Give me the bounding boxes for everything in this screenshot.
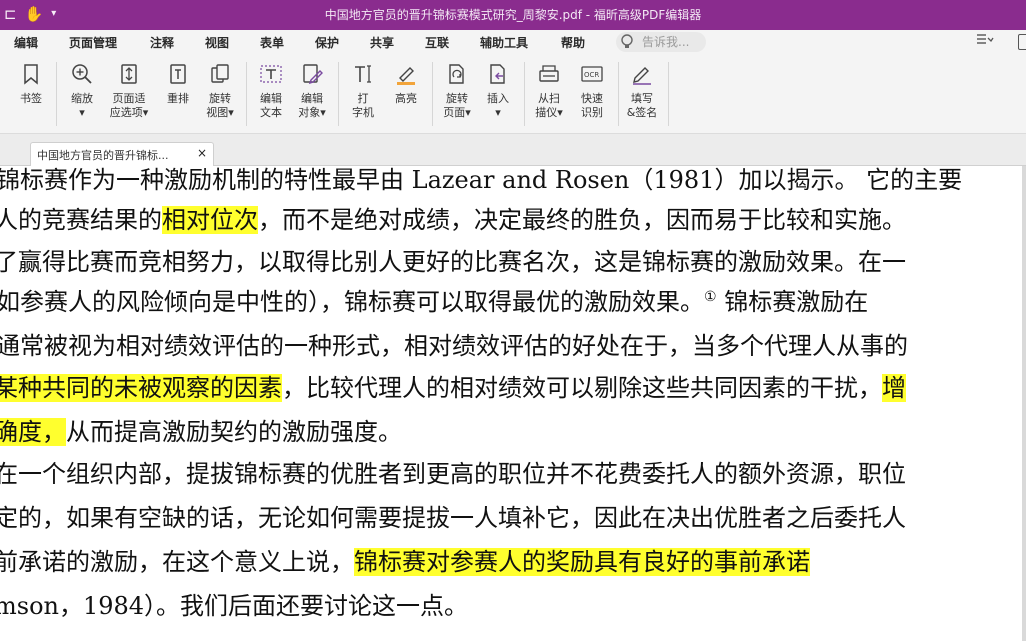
text-run: 锦标赛激励在	[716, 288, 869, 316]
fill-and-sign-tool[interactable]: 填写 &签名	[624, 62, 660, 120]
text-line: 某种共同的未被观察的因素，比较代理人的相对绩效可以剔除这些共同因素的干扰，增	[0, 372, 906, 412]
text-line: 前承诺的激励，在这个意义上说，锦标赛对参赛人的奖励具有良好的事前承诺	[0, 546, 810, 586]
ribbon-toolbar: 书签 缩放 ▾ 页面适 应选项▾ 重排 旋转 视图▾ 编辑 文本 编辑 对象▾ …	[0, 56, 1026, 134]
text-run: 人的竞赛结果的	[0, 206, 162, 234]
text-run: 定的，如果有空缺的话，无论如何需要提拔一人填补它，因此在决出优胜者之后委托人	[0, 504, 906, 532]
menu-accessibility-tools[interactable]: 辅助工具	[480, 30, 528, 56]
text-line: 在一个组织内部，提拔锦标赛的优胜者到更高的职位并不花费委托人的额外资源，职位	[0, 458, 906, 498]
rotate-page-tool[interactable]: 旋转 页面▾	[438, 62, 476, 120]
page-fit-icon	[121, 64, 137, 84]
menu-help[interactable]: 帮助	[561, 30, 585, 56]
edit-object-tool[interactable]: 编辑 对象▾	[294, 62, 330, 120]
svg-text:OCR: OCR	[584, 71, 599, 79]
window-frame-icon[interactable]	[1018, 34, 1026, 50]
footnote-marker[interactable]: ①	[704, 289, 717, 305]
highlighted-text: 确度，	[0, 418, 66, 446]
reflow-tool[interactable]: 重排	[160, 62, 196, 106]
close-tab-icon[interactable]: ×	[197, 146, 207, 160]
bookmark-icon	[24, 64, 38, 85]
text-line: 如参赛人的风险倾向是中性的），锦标赛可以取得最优的激励效果。① 锦标赛激励在	[0, 286, 868, 326]
ribbon-separator	[338, 62, 339, 126]
tell-me-search[interactable]: 告诉我...	[616, 32, 706, 52]
insert-page-icon	[490, 64, 505, 84]
ocr-icon: OCR	[581, 66, 603, 82]
reflow-icon	[170, 64, 186, 84]
ribbon-separator	[668, 62, 669, 126]
ribbon-separator	[618, 62, 619, 126]
from-scanner-tool[interactable]: 从扫 描仪▾	[530, 62, 568, 120]
text-run: ，而不是绝对成绩，决定最终的胜负，因而易于比较和实施。	[258, 206, 906, 234]
ribbon-separator	[524, 62, 525, 126]
insert-tool[interactable]: 插入 ▾	[480, 62, 516, 120]
ribbon-separator	[56, 62, 57, 126]
text-line: 了赢得比赛而竞相努力，以取得比别人更好的比赛名次，这是锦标赛的激励效果。在一	[0, 246, 906, 286]
text-line: 定的，如果有空缺的话，无论如何需要提拔一人填补它，因此在决出优胜者之后委托人	[0, 502, 906, 542]
typewriter-tool[interactable]: 打 字机	[346, 62, 380, 120]
bookmark-tool[interactable]: 书签	[14, 62, 48, 106]
window-title: 中国地方官员的晋升锦标赛模式研究_周黎安.pdf - 福昕高级PDF编辑器	[324, 8, 702, 22]
search-placeholder: 告诉我...	[642, 35, 690, 49]
menu-form[interactable]: 表单	[260, 30, 284, 56]
highlighted-text: 相对位次	[162, 206, 258, 234]
fill-sign-icon	[633, 67, 651, 85]
edit-text-icon	[260, 65, 282, 83]
page-fit-options-tool[interactable]: 页面适 应选项▾	[104, 62, 154, 120]
rotate-view-icon	[211, 64, 229, 83]
text-run: 锦标赛作为一种激励机制的特性最早由 Lazear and Rosen（1981）…	[0, 166, 963, 194]
edit-object-icon	[303, 64, 323, 85]
menu-bar: 编辑 页面管理 注释 视图 表单 保护 共享 互联 辅助工具 帮助	[0, 30, 1026, 56]
menu-connect[interactable]: 互联	[425, 30, 449, 56]
highlighted-text: 增	[882, 374, 906, 402]
ribbon-separator	[432, 62, 433, 126]
ribbon-separator	[246, 62, 247, 126]
document-tab-title: 中国地方官员的晋升锦标...	[37, 149, 169, 162]
text-run: 在一个组织内部，提拔锦标赛的优胜者到更高的职位并不花费委托人的额外资源，职位	[0, 460, 906, 488]
text-run: 从而提高激励契约的激励强度。	[66, 418, 402, 446]
highlighted-text: 某种共同的未被观察的因素	[0, 374, 282, 402]
menu-page-management[interactable]: 页面管理	[69, 30, 117, 56]
text-line: 通常被视为相对绩效评估的一种形式，相对绩效评估的好处在于，当多个代理人从事的	[0, 330, 908, 370]
document-tab-strip: 中国地方官员的晋升锦标... ×	[0, 134, 1026, 166]
text-line: 锦标赛作为一种激励机制的特性最早由 Lazear and Rosen（1981）…	[0, 166, 962, 204]
zoom-tool[interactable]: 缩放 ▾	[64, 62, 100, 120]
text-run: 如参赛人的风险倾向是中性的），锦标赛可以取得最优的激励效果。	[0, 288, 704, 316]
text-run: 通常被视为相对绩效评估的一种形式，相对绩效评估的好处在于，当多个代理人从事的	[0, 332, 908, 360]
highlight-tool[interactable]: 高亮	[388, 62, 424, 106]
text-line: 人的竞赛结果的相对位次，而不是绝对成绩，决定最终的胜负，因而易于比较和实施。	[0, 204, 906, 244]
ribbon-display-options[interactable]	[976, 32, 1000, 49]
text-line: 确度，从而提高激励契约的激励强度。	[0, 416, 402, 456]
zoom-icon	[72, 64, 92, 84]
rotate-view-tool[interactable]: 旋转 视图▾	[202, 62, 238, 120]
document-page: 锦标赛作为一种激励机制的特性最早由 Lazear and Rosen（1981）…	[0, 166, 1026, 641]
highlighted-text: 锦标赛对参赛人的奖励具有良好的事前承诺	[354, 548, 810, 576]
display-options-icon[interactable]	[976, 34, 994, 49]
edit-text-tool[interactable]: 编辑 文本	[254, 62, 288, 120]
text-run: 前承诺的激励，在这个意义上说，	[0, 548, 354, 576]
vertical-scrollbar[interactable]	[1022, 166, 1026, 641]
highlighter-icon	[397, 67, 415, 85]
typewriter-icon	[355, 65, 371, 83]
text-line: mson，1984）。我们后面还要讨论这一点。	[0, 590, 468, 630]
title-bar: ⊏ ✋ ▾ 中国地方官员的晋升锦标赛模式研究_周黎安.pdf - 福昕高级PDF…	[0, 0, 1026, 30]
lightbulb-icon	[620, 34, 634, 53]
text-run: ，比较代理人的相对绩效可以剔除这些共同因素的干扰，	[282, 374, 882, 402]
text-run: mson，1984）。我们后面还要讨论这一点。	[0, 592, 469, 620]
quick-ocr-tool[interactable]: OCR 快速 识别	[574, 62, 610, 120]
menu-share[interactable]: 共享	[370, 30, 394, 56]
menu-edit[interactable]: 编辑	[14, 30, 38, 56]
document-tab[interactable]: 中国地方官员的晋升锦标... ×	[30, 142, 214, 166]
menu-view[interactable]: 视图	[205, 30, 229, 56]
text-run: 了赢得比赛而竞相努力，以取得比别人更好的比赛名次，这是锦标赛的激励效果。在一	[0, 248, 906, 276]
rotate-page-icon	[449, 64, 464, 84]
menu-protect[interactable]: 保护	[315, 30, 339, 56]
scanner-icon	[539, 65, 559, 82]
menu-comment[interactable]: 注释	[150, 30, 174, 56]
